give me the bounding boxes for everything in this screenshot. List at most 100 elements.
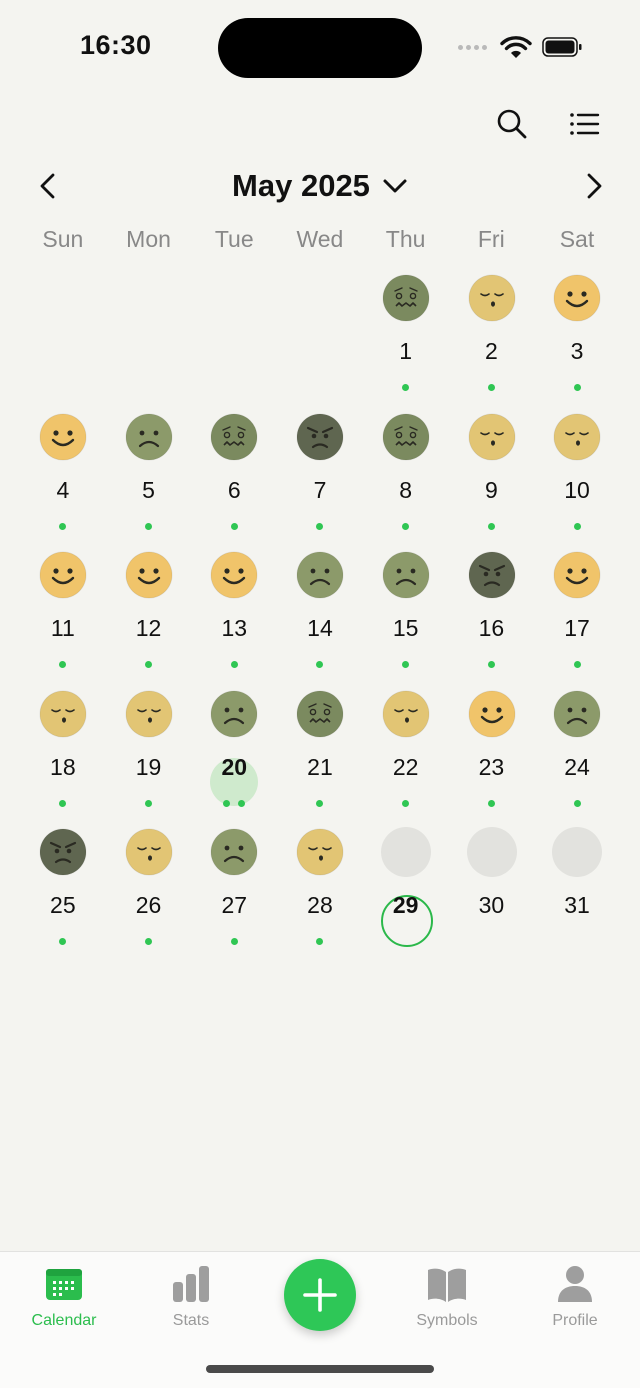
calendar-day-cell[interactable]: 6 — [191, 411, 277, 550]
search-icon[interactable] — [494, 106, 530, 142]
cellular-signal-icon — [458, 45, 487, 50]
day-number: 20 — [221, 753, 248, 780]
calendar-day-cell[interactable]: 9 — [449, 411, 535, 550]
day-number: 3 — [570, 338, 584, 364]
tab-calendar[interactable]: Calendar — [4, 1264, 124, 1330]
calendar-day-cell[interactable]: 21 — [277, 688, 363, 827]
sad-face-icon — [210, 690, 258, 738]
entry-dot — [238, 799, 246, 807]
calendar-day-cell[interactable]: 13 — [191, 549, 277, 688]
calendar-day-cell[interactable]: 11 — [20, 549, 106, 688]
calendar-day-cell[interactable]: 3 — [534, 272, 620, 411]
chevron-right-icon[interactable] — [578, 170, 608, 202]
calendar-day-cell[interactable]: 1 — [363, 272, 449, 411]
entry-dots — [191, 938, 277, 945]
month-title: May 2025 — [232, 167, 370, 203]
entry-dot — [487, 522, 495, 530]
entry-dot — [316, 938, 324, 945]
calendar-day-cell[interactable]: 4 — [20, 411, 106, 550]
calendar-day-cell[interactable]: 8 — [363, 411, 449, 550]
tab-label: Calendar — [31, 1312, 97, 1329]
happy-face-icon — [553, 551, 601, 599]
entry-dots — [363, 522, 449, 530]
calendar-day-cell[interactable]: 17 — [534, 549, 620, 688]
day-number: 25 — [50, 892, 76, 918]
entry-dots — [20, 661, 106, 668]
sad-face-icon — [553, 690, 601, 738]
calendar-day-cell[interactable]: 30 — [449, 826, 535, 965]
entry-dot — [573, 522, 581, 530]
calendar-day-cell[interactable]: 15 — [363, 549, 449, 688]
entry-dots — [534, 799, 620, 807]
day-number: 1 — [399, 338, 413, 364]
entry-dot — [230, 938, 238, 945]
day-number: 4 — [56, 476, 70, 503]
sad-face-icon — [125, 413, 173, 461]
weekday-label: Mon — [126, 226, 171, 252]
entry-dots — [191, 799, 277, 807]
calendar-day-cell[interactable]: 2 — [449, 272, 535, 411]
person-icon — [558, 1266, 592, 1302]
entry-dots — [277, 661, 363, 668]
list-icon[interactable] — [566, 106, 602, 142]
day-number: 2 — [484, 338, 498, 364]
sad-face-icon — [382, 551, 430, 599]
day-number: 6 — [227, 476, 241, 503]
empty-mood-placeholder — [552, 827, 603, 877]
calendar-day-cell[interactable]: 5 — [106, 411, 192, 550]
entry-dots — [363, 384, 449, 391]
entry-dot — [59, 799, 67, 807]
entry-dots — [106, 799, 192, 807]
entry-dot — [316, 799, 324, 807]
calendar-day-cell[interactable]: 20 — [191, 688, 277, 827]
entry-dots — [20, 522, 106, 530]
add-entry-button[interactable] — [284, 1259, 356, 1331]
home-indicator — [206, 1365, 434, 1373]
entry-dot — [145, 799, 153, 807]
calendar-day-cell[interactable]: 27 — [191, 826, 277, 965]
tab-profile[interactable]: Profile — [515, 1264, 635, 1330]
sad-face-icon — [296, 551, 344, 599]
calendar-day-cell[interactable]: 19 — [106, 688, 192, 827]
happy-face-icon — [125, 551, 173, 599]
tab-symbols[interactable]: Symbols — [387, 1264, 507, 1330]
calendar-day-cell[interactable]: 24 — [534, 688, 620, 827]
month-selector[interactable]: May 2025 — [0, 166, 640, 204]
entry-dot — [230, 661, 238, 668]
calendar-day-cell[interactable]: 31 — [534, 826, 620, 965]
weekday-label: Sat — [559, 226, 595, 252]
happy-face-icon — [39, 551, 87, 599]
calendar-day-cell[interactable]: 28 — [277, 826, 363, 965]
calendar-day-cell[interactable]: 12 — [106, 549, 192, 688]
tab-label: Stats — [172, 1312, 210, 1329]
tab-label: Symbols — [416, 1312, 478, 1329]
calendar-day-cell[interactable]: 18 — [20, 688, 106, 827]
calendar-day-cell[interactable]: 26 — [106, 826, 192, 965]
calendar-day-cell[interactable]: 25 — [20, 826, 106, 965]
entry-dots — [277, 799, 363, 807]
weekday-label: Thu — [385, 226, 426, 252]
calm-face-icon — [125, 690, 173, 738]
calendar-day-cell[interactable]: 14 — [277, 549, 363, 688]
happy-face-icon — [39, 413, 87, 461]
entry-dot — [145, 522, 153, 530]
calendar-day-cell[interactable]: 7 — [277, 411, 363, 550]
calm-face-icon — [468, 413, 516, 461]
calendar-day-cell[interactable]: 23 — [449, 688, 535, 827]
entry-dot — [402, 799, 410, 807]
entry-dot — [223, 799, 231, 807]
calendar-day-cell[interactable]: 16 — [449, 549, 535, 688]
entry-dots — [363, 799, 449, 807]
wifi-icon — [500, 36, 532, 58]
calendar-day-cell[interactable]: 29 — [363, 826, 449, 965]
status-time: 16:30 — [80, 30, 152, 60]
day-number: 17 — [564, 615, 590, 641]
calendar-day-cell[interactable]: 10 — [534, 411, 620, 550]
calendar-day-cell[interactable]: 22 — [363, 688, 449, 827]
tab-stats[interactable]: Stats — [131, 1264, 251, 1330]
day-number: 27 — [221, 892, 248, 918]
day-number: 9 — [484, 476, 498, 503]
entry-dot — [487, 799, 495, 807]
calm-face-icon — [553, 413, 601, 461]
day-number: 18 — [50, 753, 76, 780]
